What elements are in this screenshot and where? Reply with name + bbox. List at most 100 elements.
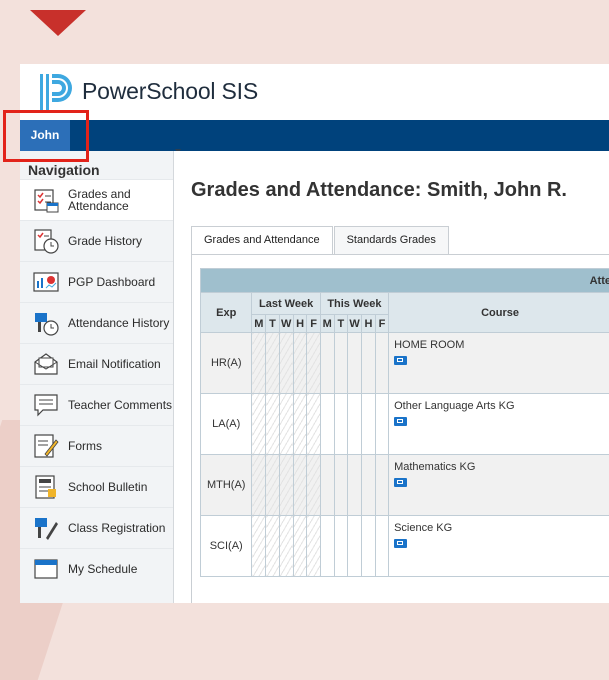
sidebar-item-grade-history[interactable]: Grade History: [20, 220, 173, 261]
attendance-cell: [347, 394, 361, 455]
teacher-info-icon[interactable]: [394, 478, 407, 487]
attendance-cell: [307, 333, 320, 394]
sidebar-item-email-notification[interactable]: Email Notification: [20, 343, 173, 384]
attendance-cell: [252, 394, 266, 455]
attendance-cell: [252, 455, 266, 516]
attendance-cell: [347, 455, 361, 516]
attendance-cell: [375, 516, 388, 577]
course-cell: Mathematics KG: [389, 455, 609, 516]
app-brand: PowerSchool SIS: [82, 78, 258, 105]
sidebar-item-label: Grade History: [68, 235, 142, 247]
attendance-group-header: Atte: [201, 269, 609, 293]
table-row: HR(A) HOME ROOM: [201, 333, 609, 394]
attendance-cell: [347, 333, 361, 394]
sidebar-item-class-registration[interactable]: Class Registration: [20, 507, 173, 548]
powerschool-logo-icon: [38, 72, 74, 112]
sidebar-item-forms[interactable]: Forms: [20, 425, 173, 466]
attendance-cell: [252, 516, 266, 577]
attendance-cell: [279, 455, 293, 516]
attendance-grid: Atte Exp Last Week This Week Course M T …: [200, 268, 609, 577]
page-title: Grades and Attendance: Smith, John R.: [191, 179, 567, 202]
day-header: H: [293, 315, 307, 333]
attendance-cell: [279, 333, 293, 394]
attendance-cell: [266, 394, 279, 455]
sidebar-item-label: PGP Dashboard: [68, 276, 155, 288]
course-name: Mathematics KG: [394, 461, 606, 473]
attendance-cell: [320, 516, 334, 577]
attendance-cell: [320, 455, 334, 516]
exp-cell: HR(A): [201, 333, 252, 394]
tab-grades-and-attendance[interactable]: Grades and Attendance: [191, 226, 333, 254]
attendance-cell: [307, 394, 320, 455]
course-cell: HOME ROOM: [389, 333, 609, 394]
day-header: W: [279, 315, 293, 333]
attendance-cell: [334, 333, 347, 394]
table-row: MTH(A) Mathematics KG: [201, 455, 609, 516]
table-row: SCI(A) Science KG: [201, 516, 609, 577]
sidebar-item-my-schedule[interactable]: My Schedule: [20, 548, 173, 589]
tab-standards-grades[interactable]: Standards Grades: [334, 226, 449, 254]
attendance-cell: [334, 516, 347, 577]
course-name: HOME ROOM: [394, 339, 606, 351]
course-cell: Other Language Arts KG: [389, 394, 609, 455]
sidebar-item-attendance-history[interactable]: Attendance History: [20, 302, 173, 343]
sidebar-item-school-bulletin[interactable]: School Bulletin: [20, 466, 173, 507]
attendance-history-icon: [32, 309, 60, 337]
teacher-info-icon[interactable]: [394, 417, 407, 426]
day-header: T: [266, 315, 279, 333]
sidebar-item-label: School Bulletin: [68, 481, 147, 493]
student-tab-john[interactable]: John: [20, 120, 70, 151]
teacher-info-icon[interactable]: [394, 356, 407, 365]
attendance-cell: [375, 394, 388, 455]
day-header: M: [252, 315, 266, 333]
class-registration-icon: [32, 514, 60, 542]
sidebar-item-grades-and-attendance[interactable]: Grades and Attendance: [20, 179, 173, 220]
day-header: F: [375, 315, 388, 333]
attendance-cell: [279, 394, 293, 455]
attendance-cell: [347, 516, 361, 577]
attendance-cell: [334, 455, 347, 516]
attendance-cell: [334, 394, 347, 455]
content-tabs: Grades and Attendance Standards Grades: [191, 226, 450, 254]
table-row: LA(A) Other Language Arts KG: [201, 394, 609, 455]
grade-history-icon: [32, 227, 60, 255]
comments-icon: [32, 391, 60, 419]
exp-column-header: Exp: [201, 293, 252, 333]
day-header: F: [307, 315, 320, 333]
attendance-cell: [293, 516, 307, 577]
sidebar-item-label: Attendance History: [68, 317, 169, 329]
attendance-cell: [307, 516, 320, 577]
attendance-cell: [266, 455, 279, 516]
main-content: Grades and Attendance: Smith, John R. Gr…: [174, 151, 609, 603]
sidebar-item-label: Forms: [68, 440, 102, 452]
course-name: Science KG: [394, 522, 606, 534]
attendance-cell: [375, 455, 388, 516]
teacher-info-icon[interactable]: [394, 539, 407, 548]
day-header: T: [334, 315, 347, 333]
tab-panel: Atte Exp Last Week This Week Course M T …: [191, 255, 609, 603]
attendance-cell: [375, 333, 388, 394]
attendance-cell: [362, 394, 376, 455]
email-icon: [32, 350, 60, 378]
attendance-cell: [266, 333, 279, 394]
decorative-arrow: [30, 10, 86, 36]
day-header: H: [362, 315, 376, 333]
grades-attendance-icon: [32, 186, 60, 214]
app-header: PowerSchool SIS: [20, 64, 609, 120]
attendance-cell: [362, 455, 376, 516]
course-cell: Science KG: [389, 516, 609, 577]
top-navbar: John: [20, 120, 609, 151]
attendance-cell: [362, 516, 376, 577]
sidebar-item-label: My Schedule: [68, 563, 137, 575]
day-header: W: [347, 315, 361, 333]
course-column-header: Course: [389, 293, 609, 333]
navigation-sidebar: Navigation Grades and Attendance Gr: [20, 151, 174, 603]
attendance-grid-wrapper: Atte Exp Last Week This Week Course M T …: [200, 268, 609, 603]
course-name: Other Language Arts KG: [394, 400, 606, 412]
sidebar-item-label: Email Notification: [68, 358, 161, 370]
sidebar-item-pgp-dashboard[interactable]: PGP Dashboard: [20, 261, 173, 302]
powerschool-window: PowerSchool SIS John Navigation Grades a…: [20, 64, 609, 603]
attendance-cell: [320, 333, 334, 394]
sidebar-item-teacher-comments[interactable]: Teacher Comments: [20, 384, 173, 425]
attendance-cell: [293, 394, 307, 455]
